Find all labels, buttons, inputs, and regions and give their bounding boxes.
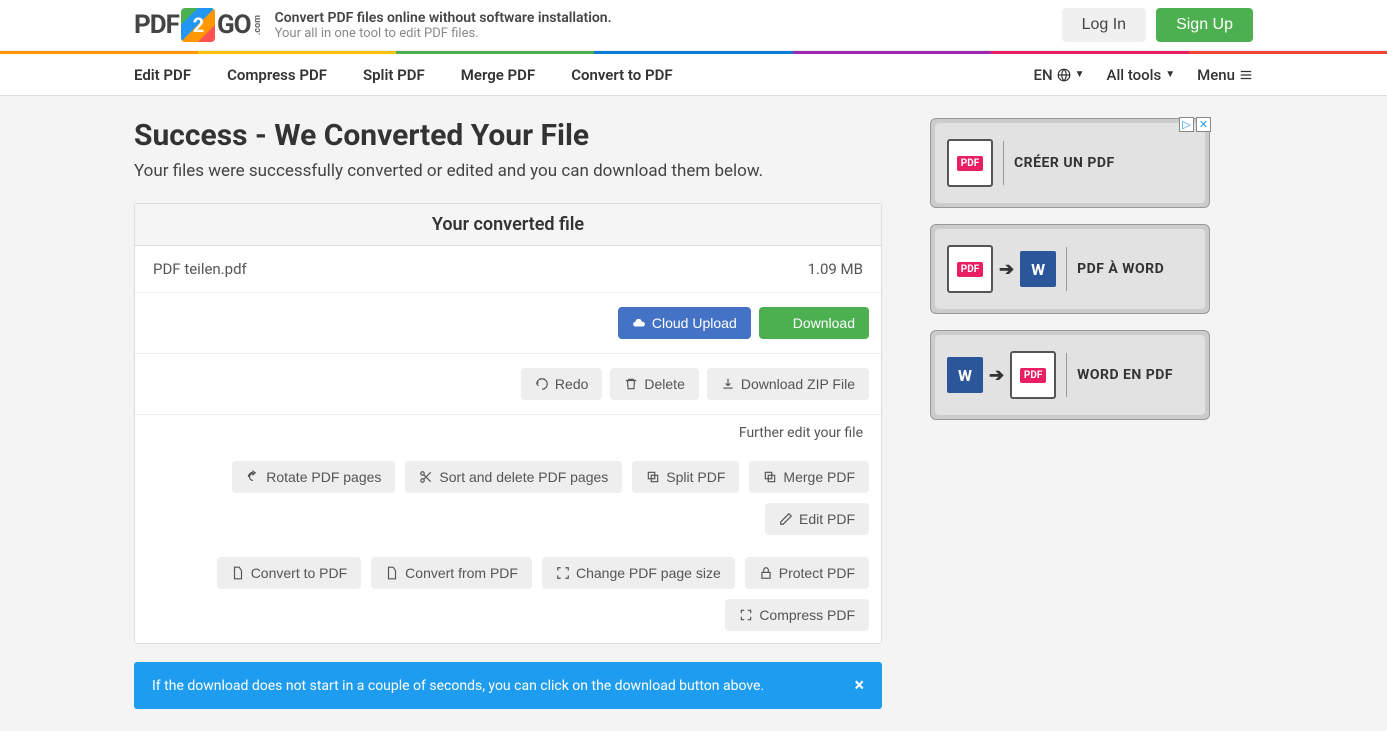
alert-close-button[interactable]: × xyxy=(854,675,864,696)
sidebar-ads: ▷✕ CRÉER UN PDF ➔ W PDF À WORD W ➔ WORD EN… xyxy=(930,118,1210,709)
lang-label: EN xyxy=(1033,66,1052,84)
change-page-size-button[interactable]: Change PDF page size xyxy=(542,557,735,589)
cloud-upload-button[interactable]: Cloud Upload xyxy=(618,307,751,339)
download-button[interactable]: Download xyxy=(759,307,869,339)
redo-icon xyxy=(535,377,549,391)
nav-split-pdf[interactable]: Split PDF xyxy=(363,66,425,84)
hamburger-icon xyxy=(1239,68,1253,82)
nav-left: Edit PDF Compress PDF Split PDF Merge PD… xyxy=(134,66,673,84)
pdf-file-icon xyxy=(947,139,993,187)
convert-from-pdf-button[interactable]: Convert from PDF xyxy=(371,557,532,589)
ad-pdf-word[interactable]: ➔ W PDF À WORD xyxy=(930,224,1210,314)
edit-icon xyxy=(779,512,793,526)
tagline-sub: Your all in one tool to edit PDF files. xyxy=(275,26,612,41)
pdf-file-icon xyxy=(1010,351,1056,399)
ad-label: WORD EN PDF xyxy=(1077,367,1173,383)
rotate-icon xyxy=(246,470,260,484)
tools-row-1: Rotate PDF pages Sort and delete PDF pag… xyxy=(135,451,881,547)
file-name: PDF teilen.pdf xyxy=(153,260,808,278)
compress-icon xyxy=(739,608,753,622)
logo-pdf: PDF xyxy=(134,10,179,40)
redo-label: Redo xyxy=(555,376,588,392)
globe-icon xyxy=(1057,68,1071,82)
chevron-down-icon: ▼ xyxy=(1075,69,1085,80)
compress-pdf-button[interactable]: Compress PDF xyxy=(725,599,869,631)
protect-pdf-button[interactable]: Protect PDF xyxy=(745,557,869,589)
further-edit-label: Further edit your file xyxy=(135,415,881,451)
lang-selector[interactable]: EN ▼ xyxy=(1033,66,1084,84)
panel-header: Your converted file xyxy=(135,204,881,246)
ad-creer-pdf[interactable]: ▷✕ CRÉER UN PDF xyxy=(930,118,1210,208)
trash-icon xyxy=(624,377,638,391)
split-pdf-button[interactable]: Split PDF xyxy=(632,461,739,493)
convert-to-pdf-button[interactable]: Convert to PDF xyxy=(217,557,361,589)
download-icon xyxy=(773,316,787,330)
secondary-actions: Redo Delete Download ZIP File xyxy=(135,354,881,415)
header-actions: Log In Sign Up xyxy=(1062,8,1253,42)
copy-icon xyxy=(763,470,777,484)
cloud-icon xyxy=(632,316,646,330)
file-row: PDF teilen.pdf 1.09 MB xyxy=(135,246,881,293)
tools-row-2: Convert to PDF Convert from PDF Change P… xyxy=(135,547,881,643)
scissors-icon xyxy=(419,470,433,484)
arrow-right-icon: ➔ xyxy=(999,259,1014,280)
pdf-file-icon xyxy=(947,245,993,293)
logo[interactable]: PDF 2 GO .com xyxy=(134,8,263,42)
ad-word-pdf[interactable]: W ➔ WORD EN PDF xyxy=(930,330,1210,420)
delete-button[interactable]: Delete xyxy=(610,368,698,400)
main-nav: Edit PDF Compress PDF Split PDF Merge PD… xyxy=(0,54,1387,96)
logo-2: 2 xyxy=(181,8,215,42)
download-zip-label: Download ZIP File xyxy=(741,376,855,392)
tagline: Convert PDF files online without softwar… xyxy=(275,10,612,41)
main-column: Success - We Converted Your File Your fi… xyxy=(134,118,882,709)
word-file-icon: W xyxy=(947,357,983,393)
nav-merge-pdf[interactable]: Merge PDF xyxy=(461,66,535,84)
copy-icon xyxy=(646,470,660,484)
sort-delete-button[interactable]: Sort and delete PDF pages xyxy=(405,461,622,493)
tagline-main: Convert PDF files online without softwar… xyxy=(275,10,612,26)
logo-com: .com xyxy=(253,15,263,35)
content: Success - We Converted Your File Your fi… xyxy=(0,96,1387,731)
redo-button[interactable]: Redo xyxy=(521,368,602,400)
nav-edit-pdf[interactable]: Edit PDF xyxy=(134,66,191,84)
cloud-upload-label: Cloud Upload xyxy=(652,315,737,331)
arrow-right-icon: ➔ xyxy=(989,365,1004,386)
ad-label: PDF À WORD xyxy=(1077,261,1164,277)
download-zip-button[interactable]: Download ZIP File xyxy=(707,368,869,400)
download-label: Download xyxy=(793,315,855,331)
site-header: PDF 2 GO .com Convert PDF files online w… xyxy=(0,0,1387,51)
word-file-icon: W xyxy=(1020,251,1056,287)
ad-info-icon[interactable]: ▷ xyxy=(1179,117,1194,132)
nav-right: EN ▼ All tools ▼ Menu xyxy=(1033,66,1253,84)
ad-close-icon[interactable]: ✕ xyxy=(1196,117,1211,132)
rotate-pdf-button[interactable]: Rotate PDF pages xyxy=(232,461,395,493)
chevron-down-icon: ▼ xyxy=(1165,69,1175,80)
nav-convert-to-pdf[interactable]: Convert to PDF xyxy=(571,66,672,84)
file-icon xyxy=(231,566,245,580)
logo-go: GO xyxy=(217,10,251,40)
lock-icon xyxy=(759,566,773,580)
primary-actions: Cloud Upload Download xyxy=(135,293,881,354)
edit-pdf-button[interactable]: Edit PDF xyxy=(765,503,869,535)
login-button[interactable]: Log In xyxy=(1062,8,1146,42)
page-title: Success - We Converted Your File xyxy=(134,118,882,153)
alltools-selector[interactable]: All tools ▼ xyxy=(1107,66,1176,84)
signup-button[interactable]: Sign Up xyxy=(1156,8,1253,42)
alltools-label: All tools xyxy=(1107,66,1162,84)
resize-icon xyxy=(556,566,570,580)
file-icon xyxy=(385,566,399,580)
page-subtitle: Your files were successfully converted o… xyxy=(134,161,882,181)
menu-selector[interactable]: Menu xyxy=(1197,66,1253,84)
file-size: 1.09 MB xyxy=(808,260,863,278)
file-panel: Your converted file PDF teilen.pdf 1.09 … xyxy=(134,203,882,644)
menu-label: Menu xyxy=(1197,66,1235,84)
nav-compress-pdf[interactable]: Compress PDF xyxy=(227,66,327,84)
download-alert: If the download does not start in a coup… xyxy=(134,662,882,709)
delete-label: Delete xyxy=(644,376,684,392)
color-bar xyxy=(0,51,1387,54)
merge-pdf-button[interactable]: Merge PDF xyxy=(749,461,869,493)
download-icon xyxy=(721,377,735,391)
ad-label: CRÉER UN PDF xyxy=(1014,155,1115,171)
alert-text: If the download does not start in a coup… xyxy=(152,678,764,694)
